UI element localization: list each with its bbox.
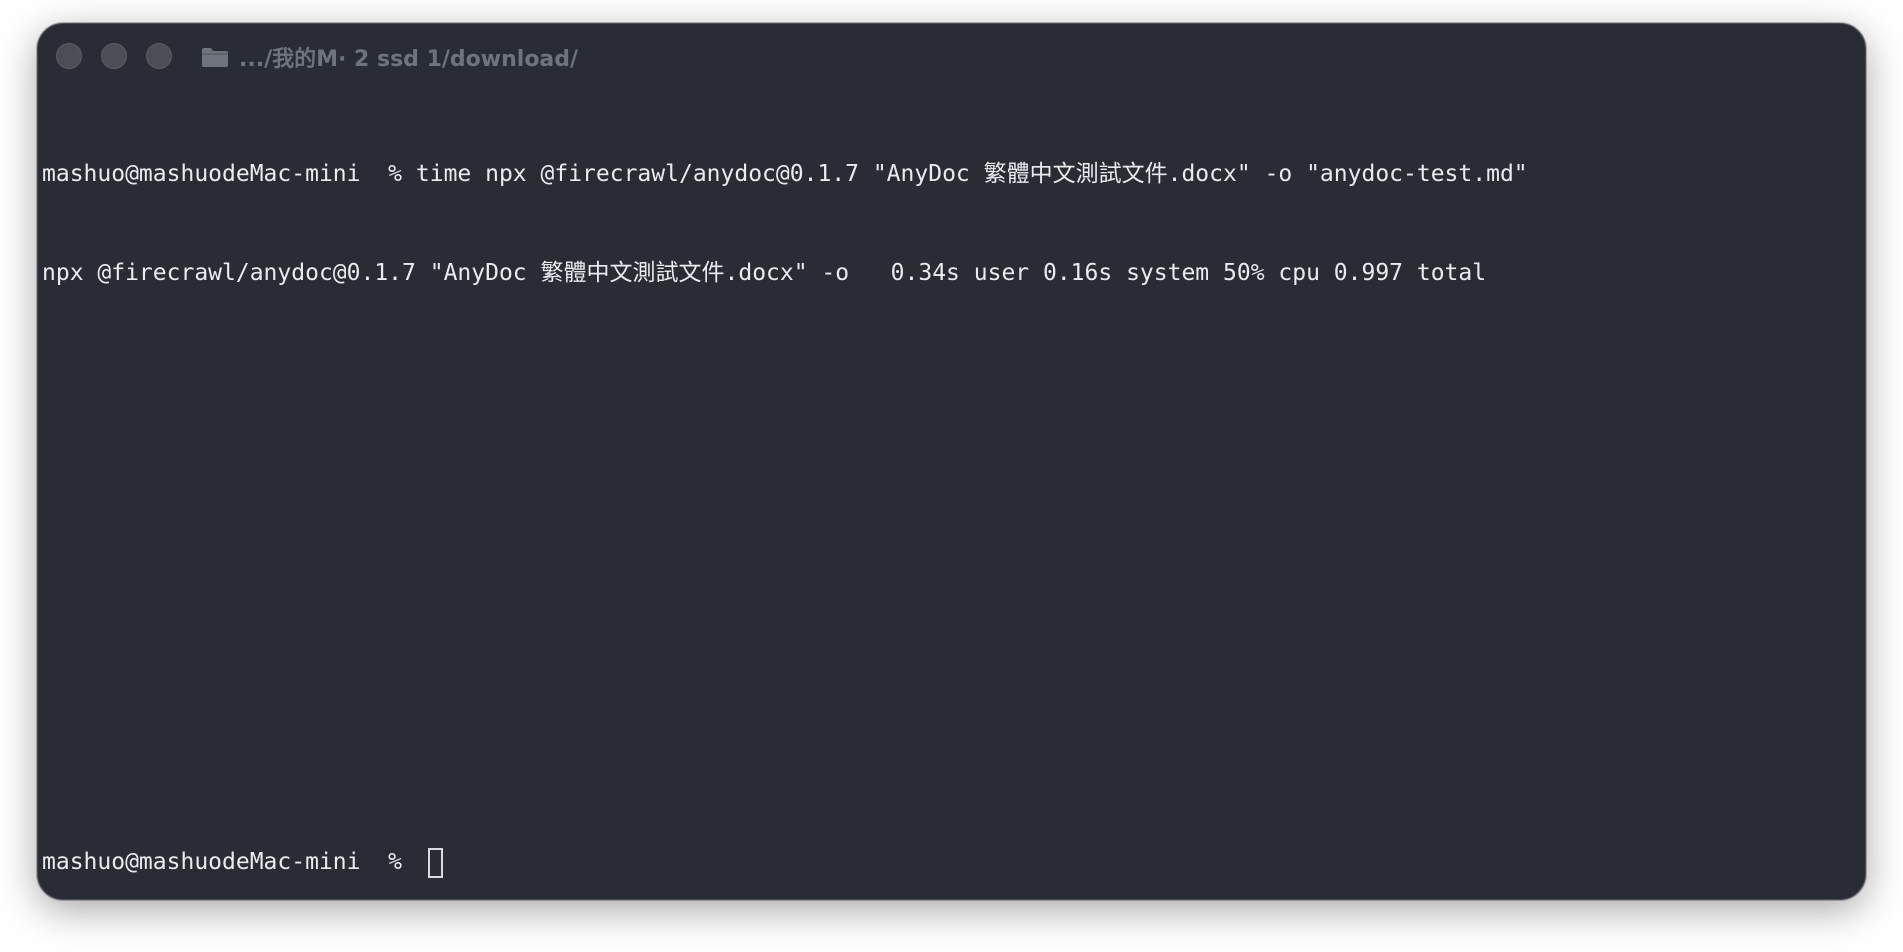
- terminal-line-timing: npx @firecrawl/anydoc@0.1.7 "AnyDoc 繁體中文…: [42, 260, 1487, 286]
- zoom-button[interactable]: [146, 43, 172, 69]
- window-title-group: .../我的M· 2 ssd 1/download/: [201, 42, 578, 72]
- window-title: .../我的M· 2 ssd 1/download/: [239, 47, 579, 72]
- terminal-window: .../我的M· 2 ssd 1/download/ mashuo@mashuo…: [37, 23, 1866, 900]
- title-bar[interactable]: .../我的M· 2 ssd 1/download/: [38, 24, 1865, 84]
- terminal-output[interactable]: mashuo@mashuodeMac-mini % time npx @fire…: [42, 92, 1855, 899]
- folder-icon: [201, 46, 229, 68]
- minimize-button[interactable]: [101, 43, 127, 69]
- close-button[interactable]: [56, 43, 82, 69]
- text-cursor: [427, 847, 443, 878]
- terminal-prompt-line[interactable]: mashuo@mashuodeMac-mini %: [42, 846, 443, 879]
- terminal-prompt: mashuo@mashuodeMac-mini %: [42, 849, 416, 875]
- terminal-line-command: mashuo@mashuodeMac-mini % time npx @fire…: [42, 161, 1528, 187]
